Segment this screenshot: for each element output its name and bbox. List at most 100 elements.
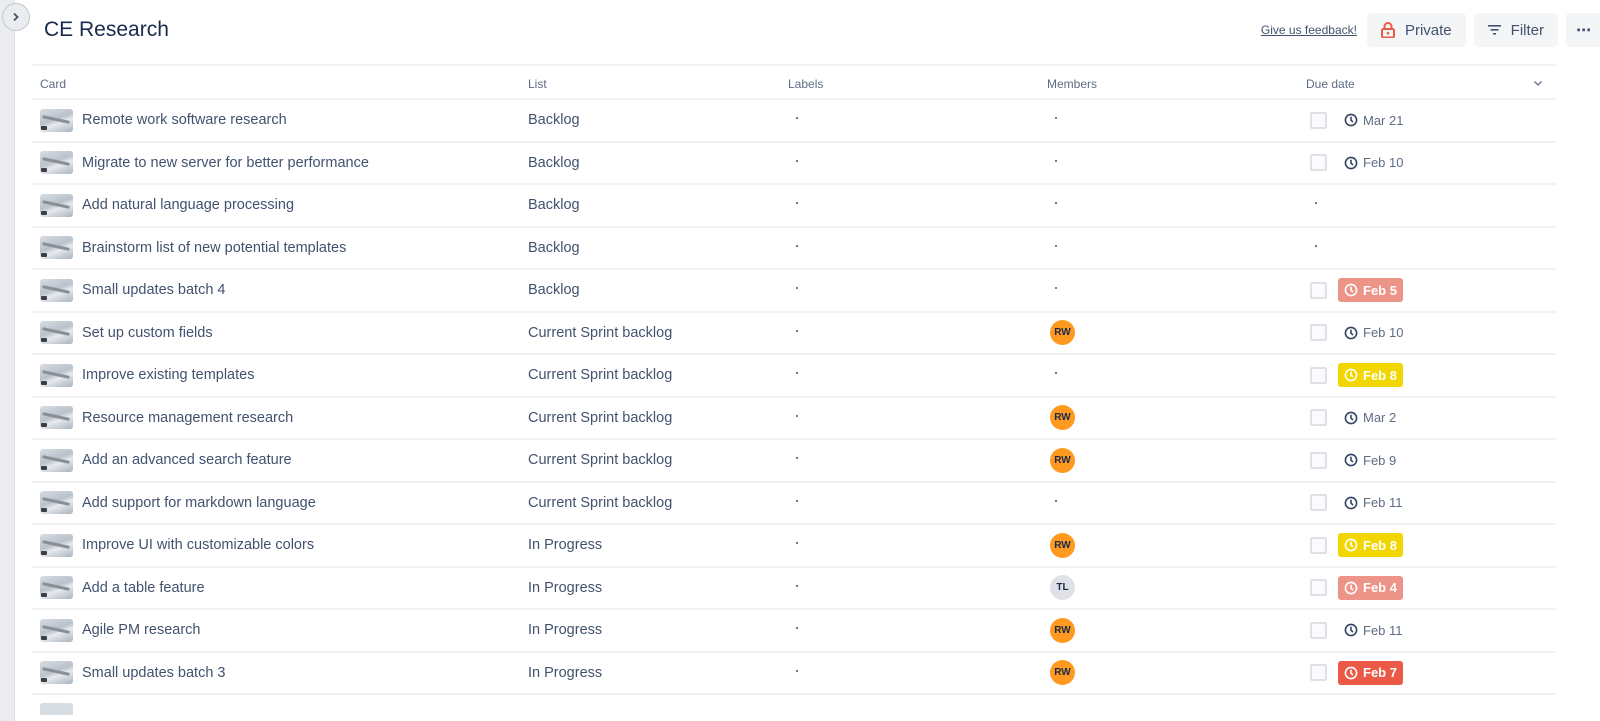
due-complete-checkbox[interactable] bbox=[1310, 281, 1327, 299]
card-title[interactable]: Add an advanced search feature bbox=[82, 452, 292, 468]
table-row[interactable]: Remote work software research Backlog Ma… bbox=[32, 100, 1556, 143]
member-avatar[interactable]: RW bbox=[1050, 447, 1075, 473]
table-row[interactable]: Add an advanced search feature Current S… bbox=[32, 440, 1556, 483]
due-date-badge[interactable]: Feb 7 bbox=[1338, 660, 1403, 685]
card-title[interactable]: Add support for markdown language bbox=[82, 495, 316, 511]
table-row[interactable]: Small updates batch 4 Backlog Feb 5 bbox=[32, 270, 1556, 313]
more-options-button[interactable]: ⋯ bbox=[1566, 13, 1600, 47]
column-header-card[interactable]: Card bbox=[40, 77, 66, 91]
table-row[interactable]: Small updates batch 3 In Progress RW Feb… bbox=[32, 653, 1556, 695]
due-complete-checkbox[interactable] bbox=[1310, 154, 1327, 172]
due-date-cell[interactable]: Feb 10 bbox=[1310, 313, 1409, 354]
members-cell[interactable]: RW bbox=[1050, 525, 1075, 566]
due-complete-checkbox[interactable] bbox=[1310, 621, 1327, 639]
due-date-cell[interactable]: Mar 2 bbox=[1310, 398, 1402, 439]
due-complete-checkbox[interactable] bbox=[1310, 494, 1327, 512]
due-complete-checkbox[interactable] bbox=[1310, 409, 1327, 427]
members-cell[interactable]: RW bbox=[1050, 610, 1075, 651]
table-row[interactable]: Add support for markdown language Curren… bbox=[32, 483, 1556, 525]
card-title[interactable]: Small updates batch 3 bbox=[82, 665, 225, 681]
table-row[interactable]: Set up custom fields Current Sprint back… bbox=[32, 313, 1556, 355]
column-header-members[interactable]: Members bbox=[1047, 77, 1097, 91]
labels-cell[interactable] bbox=[796, 100, 798, 141]
table-row[interactable]: Brainstorm list of new potential templat… bbox=[32, 228, 1556, 270]
due-date-cell[interactable]: Feb 11 bbox=[1310, 483, 1409, 524]
labels-cell[interactable] bbox=[796, 313, 798, 354]
table-row[interactable]: Agile PM research In Progress RW Feb 11 bbox=[32, 610, 1556, 653]
card-title[interactable]: Small updates batch 4 bbox=[82, 282, 225, 298]
table-row[interactable]: Add a table feature In Progress TL Feb 4 bbox=[32, 568, 1556, 610]
card-title[interactable]: Agile PM research bbox=[82, 622, 200, 638]
table-row[interactable]: Migrate to new server for better perform… bbox=[32, 143, 1556, 185]
table-row[interactable] bbox=[32, 695, 1556, 715]
due-date-cell[interactable]: Feb 8 bbox=[1310, 355, 1403, 396]
labels-cell[interactable] bbox=[796, 355, 798, 396]
member-avatar[interactable]: RW bbox=[1050, 320, 1075, 346]
due-date[interactable]: Feb 10 bbox=[1338, 151, 1409, 175]
chevron-down-icon[interactable] bbox=[1532, 77, 1544, 89]
labels-cell[interactable] bbox=[796, 568, 798, 609]
card-title[interactable]: Add a table feature bbox=[82, 580, 205, 596]
card-title[interactable]: Remote work software research bbox=[82, 112, 287, 128]
labels-cell[interactable] bbox=[796, 398, 798, 439]
members-cell[interactable] bbox=[1055, 270, 1057, 311]
due-date[interactable]: Feb 11 bbox=[1338, 491, 1409, 515]
due-date-cell[interactable]: Feb 9 bbox=[1310, 440, 1402, 481]
card-title[interactable]: Improve UI with customizable colors bbox=[82, 537, 314, 553]
card-title[interactable]: Improve existing templates bbox=[82, 367, 254, 383]
member-avatar[interactable]: TL bbox=[1050, 575, 1075, 601]
members-cell[interactable] bbox=[1055, 483, 1057, 524]
table-row[interactable]: Improve existing templates Current Sprin… bbox=[32, 355, 1556, 398]
expand-sidebar-button[interactable] bbox=[2, 3, 30, 31]
due-date-cell[interactable]: Feb 11 bbox=[1310, 610, 1409, 651]
column-header-list[interactable]: List bbox=[528, 77, 547, 91]
members-cell[interactable]: RW bbox=[1050, 313, 1075, 354]
due-date[interactable]: Mar 21 bbox=[1338, 108, 1409, 132]
labels-cell[interactable] bbox=[796, 143, 798, 184]
member-avatar[interactable]: RW bbox=[1050, 617, 1075, 643]
card-title[interactable]: Resource management research bbox=[82, 410, 293, 426]
member-avatar[interactable]: RW bbox=[1050, 660, 1075, 686]
filter-button[interactable]: Filter bbox=[1473, 13, 1558, 47]
table-row[interactable]: Improve UI with customizable colors In P… bbox=[32, 525, 1556, 568]
table-row[interactable]: Resource management research Current Spr… bbox=[32, 398, 1556, 440]
due-date[interactable]: Feb 9 bbox=[1338, 448, 1402, 472]
due-date-cell[interactable] bbox=[1306, 185, 1317, 226]
due-complete-checkbox[interactable] bbox=[1310, 579, 1327, 597]
labels-cell[interactable] bbox=[796, 610, 798, 651]
labels-cell[interactable] bbox=[796, 185, 798, 226]
column-header-labels[interactable]: Labels bbox=[788, 77, 823, 91]
members-cell[interactable] bbox=[1055, 100, 1057, 141]
labels-cell[interactable] bbox=[796, 483, 798, 524]
feedback-link[interactable]: Give us feedback! bbox=[1261, 23, 1357, 37]
members-cell[interactable] bbox=[1055, 143, 1057, 184]
private-button[interactable]: Private bbox=[1366, 13, 1466, 47]
labels-cell[interactable] bbox=[796, 653, 798, 694]
due-date[interactable]: Mar 2 bbox=[1338, 406, 1402, 430]
due-date-cell[interactable]: Feb 8 bbox=[1310, 525, 1403, 566]
due-complete-checkbox[interactable] bbox=[1310, 451, 1327, 469]
due-date-cell[interactable]: Feb 5 bbox=[1310, 270, 1403, 311]
members-cell[interactable] bbox=[1055, 185, 1057, 226]
card-title[interactable]: Migrate to new server for better perform… bbox=[82, 155, 369, 171]
due-date[interactable]: Feb 11 bbox=[1338, 618, 1409, 642]
column-header-due-date[interactable]: Due date bbox=[1306, 77, 1355, 91]
members-cell[interactable] bbox=[1055, 228, 1057, 269]
member-avatar[interactable]: RW bbox=[1050, 405, 1075, 431]
due-date-badge[interactable]: Feb 5 bbox=[1338, 278, 1403, 303]
members-cell[interactable]: TL bbox=[1050, 568, 1075, 609]
members-cell[interactable] bbox=[1055, 355, 1057, 396]
due-date-cell[interactable]: Feb 4 bbox=[1310, 568, 1403, 609]
card-title[interactable]: Set up custom fields bbox=[82, 325, 213, 341]
due-complete-checkbox[interactable] bbox=[1310, 366, 1327, 384]
due-date-badge[interactable]: Feb 8 bbox=[1338, 533, 1403, 558]
card-title[interactable]: Brainstorm list of new potential templat… bbox=[82, 240, 346, 256]
labels-cell[interactable] bbox=[796, 228, 798, 269]
members-cell[interactable]: RW bbox=[1050, 398, 1075, 439]
due-date-badge[interactable]: Feb 8 bbox=[1338, 363, 1403, 388]
members-cell[interactable]: RW bbox=[1050, 440, 1075, 481]
labels-cell[interactable] bbox=[796, 270, 798, 311]
due-complete-checkbox[interactable] bbox=[1310, 111, 1327, 129]
table-row[interactable]: Add natural language processing Backlog bbox=[32, 185, 1556, 228]
labels-cell[interactable] bbox=[796, 525, 798, 566]
